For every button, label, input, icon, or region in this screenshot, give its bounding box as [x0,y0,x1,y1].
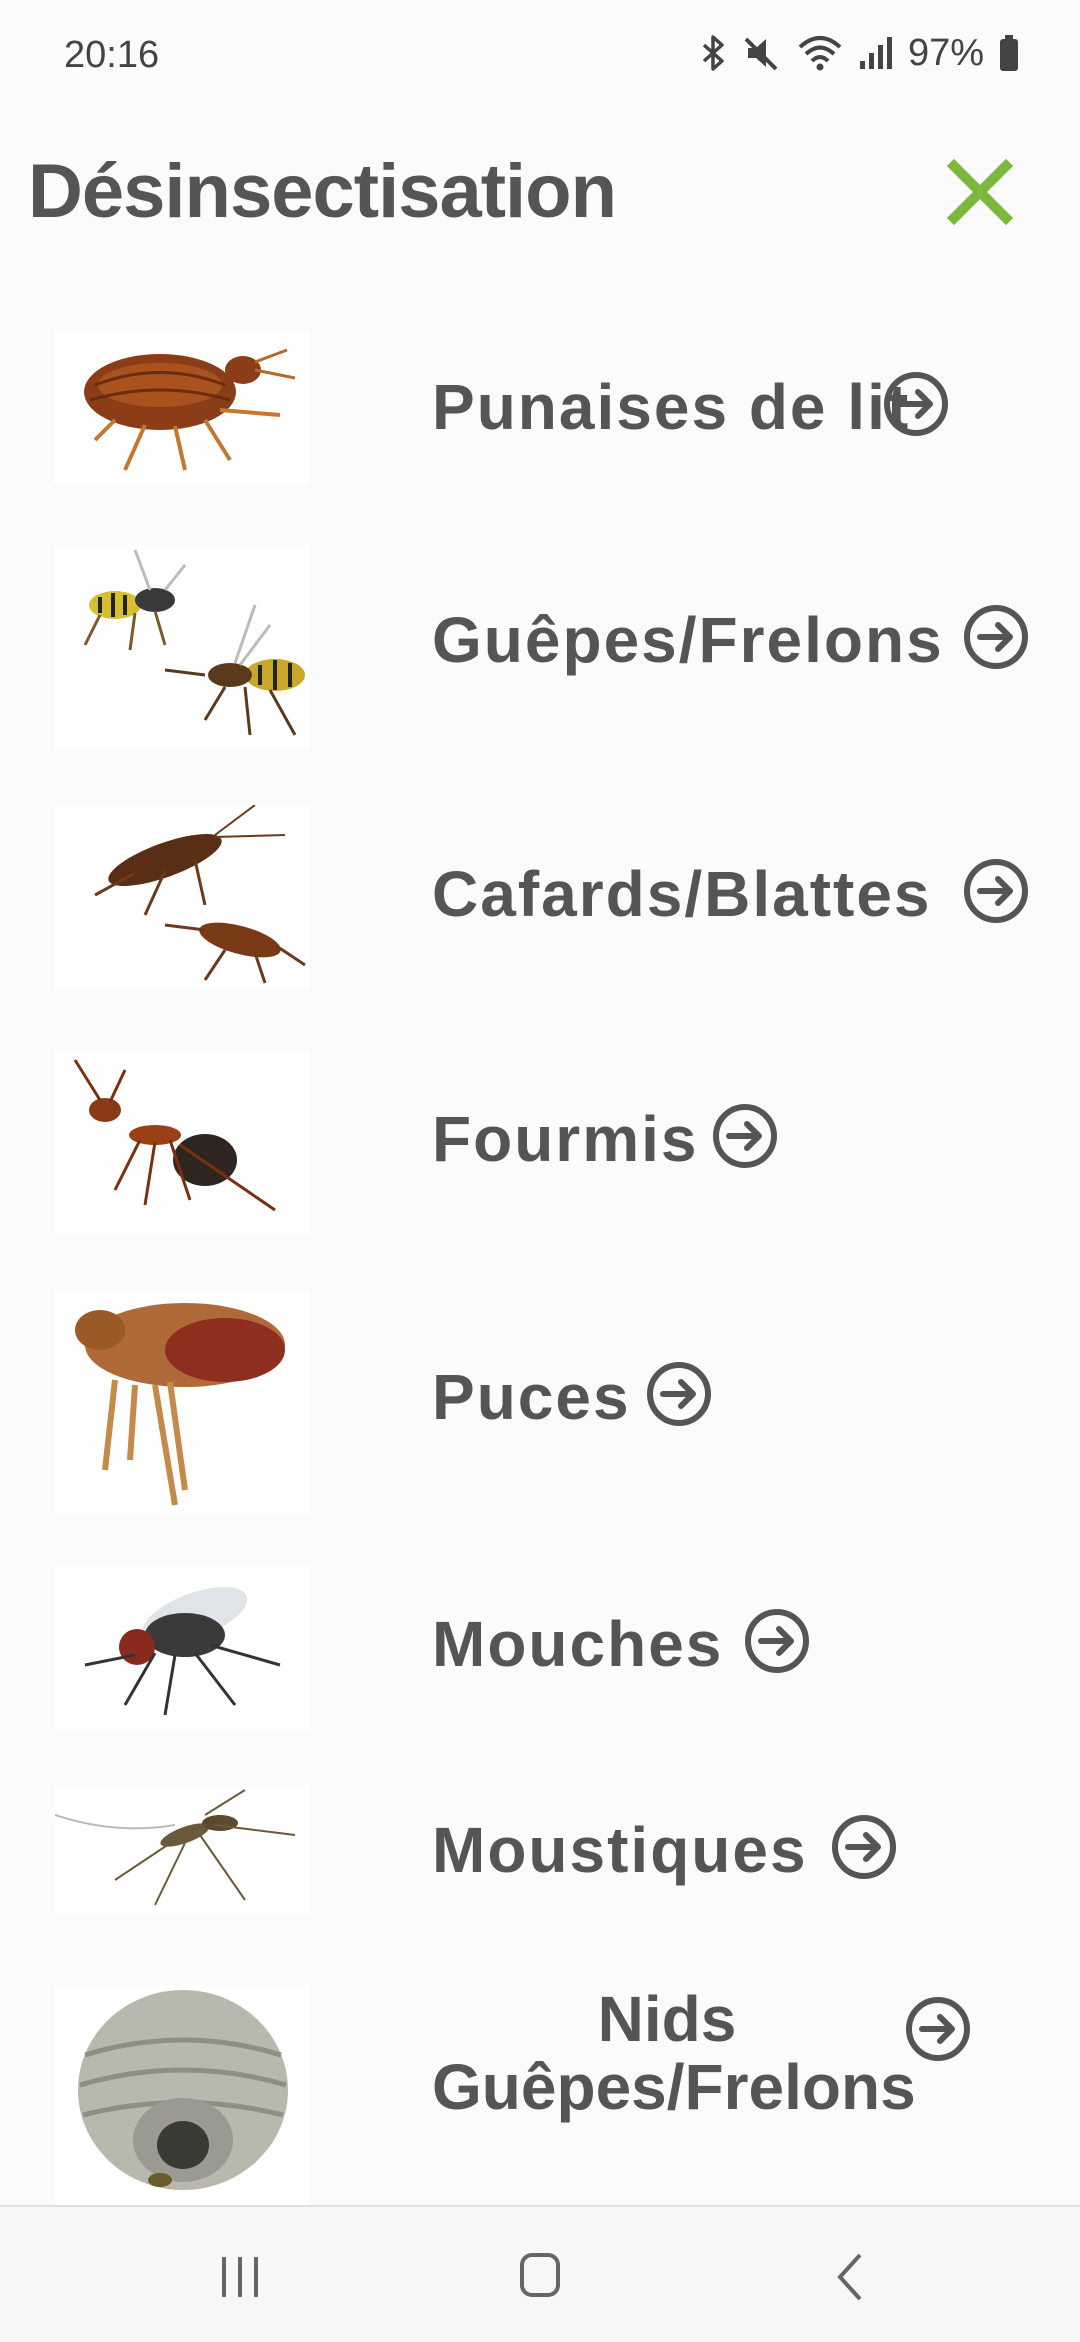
battery-percentage: 97% [907,31,984,74]
list-item-label: Cafards/Blattes [432,858,932,930]
arrow-circle-right-icon [647,1362,711,1426]
close-icon [946,158,1014,226]
home-icon [520,2253,560,2297]
list-item-mosquitoes[interactable]: Moustiques [0,1785,1080,1925]
back-button[interactable] [810,2247,890,2307]
recent-apps-button[interactable] [200,2247,280,2307]
list-item-label: Puces [432,1361,631,1433]
list-item-label-line2: Guêpes/Frelons [432,2051,916,2123]
list-item-label: Guêpes/Frelons [432,604,944,676]
arrow-circle-right-icon [832,1815,896,1879]
list-item-cockroaches[interactable]: Cafards/Blattes [0,805,1080,995]
list-item-flies[interactable]: Mouches [0,1565,1080,1735]
navigation-bar [0,2205,1080,2342]
status-icons: 97% [700,30,1020,76]
cockroaches-image [55,805,310,990]
arrow-circle-right-icon [964,605,1028,669]
arrow-circle-right-icon [713,1104,777,1168]
list-item-label: Mouches [432,1608,724,1680]
ant-image [55,1050,310,1235]
list-item-label: Nids Guêpes/Frelons [432,1983,916,2123]
signal-icon [859,37,892,69]
header: Désinsectisation [0,130,1080,250]
list-item-fleas[interactable]: Puces [0,1290,1080,1520]
page-title: Désinsectisation [28,149,617,234]
fly-image [55,1565,310,1730]
list-item-wasps[interactable]: Guêpes/Frelons [0,545,1080,755]
bed-bug-image [55,330,310,485]
arrow-circle-right-icon [964,859,1028,923]
wifi-icon [798,36,842,71]
status-time: 20:16 [64,34,160,76]
close-button[interactable] [940,152,1020,232]
list-item-wasp-nests[interactable]: Nids Guêpes/Frelons [0,1985,1080,2205]
list-item-bed-bugs[interactable]: Punaises de lit [0,330,1080,500]
recent-apps-icon [222,2257,258,2297]
back-icon [837,2253,862,2301]
battery-icon [1000,35,1018,71]
arrow-circle-right-icon [745,1609,809,1673]
arrow-circle-right-icon [884,372,948,436]
list-item-label: Punaises de lit [432,371,911,443]
list-item-label: Fourmis [432,1103,699,1175]
wasp-nest-image [55,1985,310,2205]
flea-image [55,1290,310,1515]
wasps-image [55,545,310,750]
mosquito-image [55,1785,310,1915]
status-bar: 20:16 97% [0,0,1080,110]
mute-icon [744,37,778,71]
list-item-label: Moustiques [432,1814,808,1886]
list-item-label-line1: Nids [597,1983,737,2055]
home-button[interactable] [500,2247,580,2307]
arrow-circle-right-icon [906,1997,970,2061]
bluetooth-icon [702,35,724,71]
list-item-ants[interactable]: Fourmis [0,1050,1080,1240]
